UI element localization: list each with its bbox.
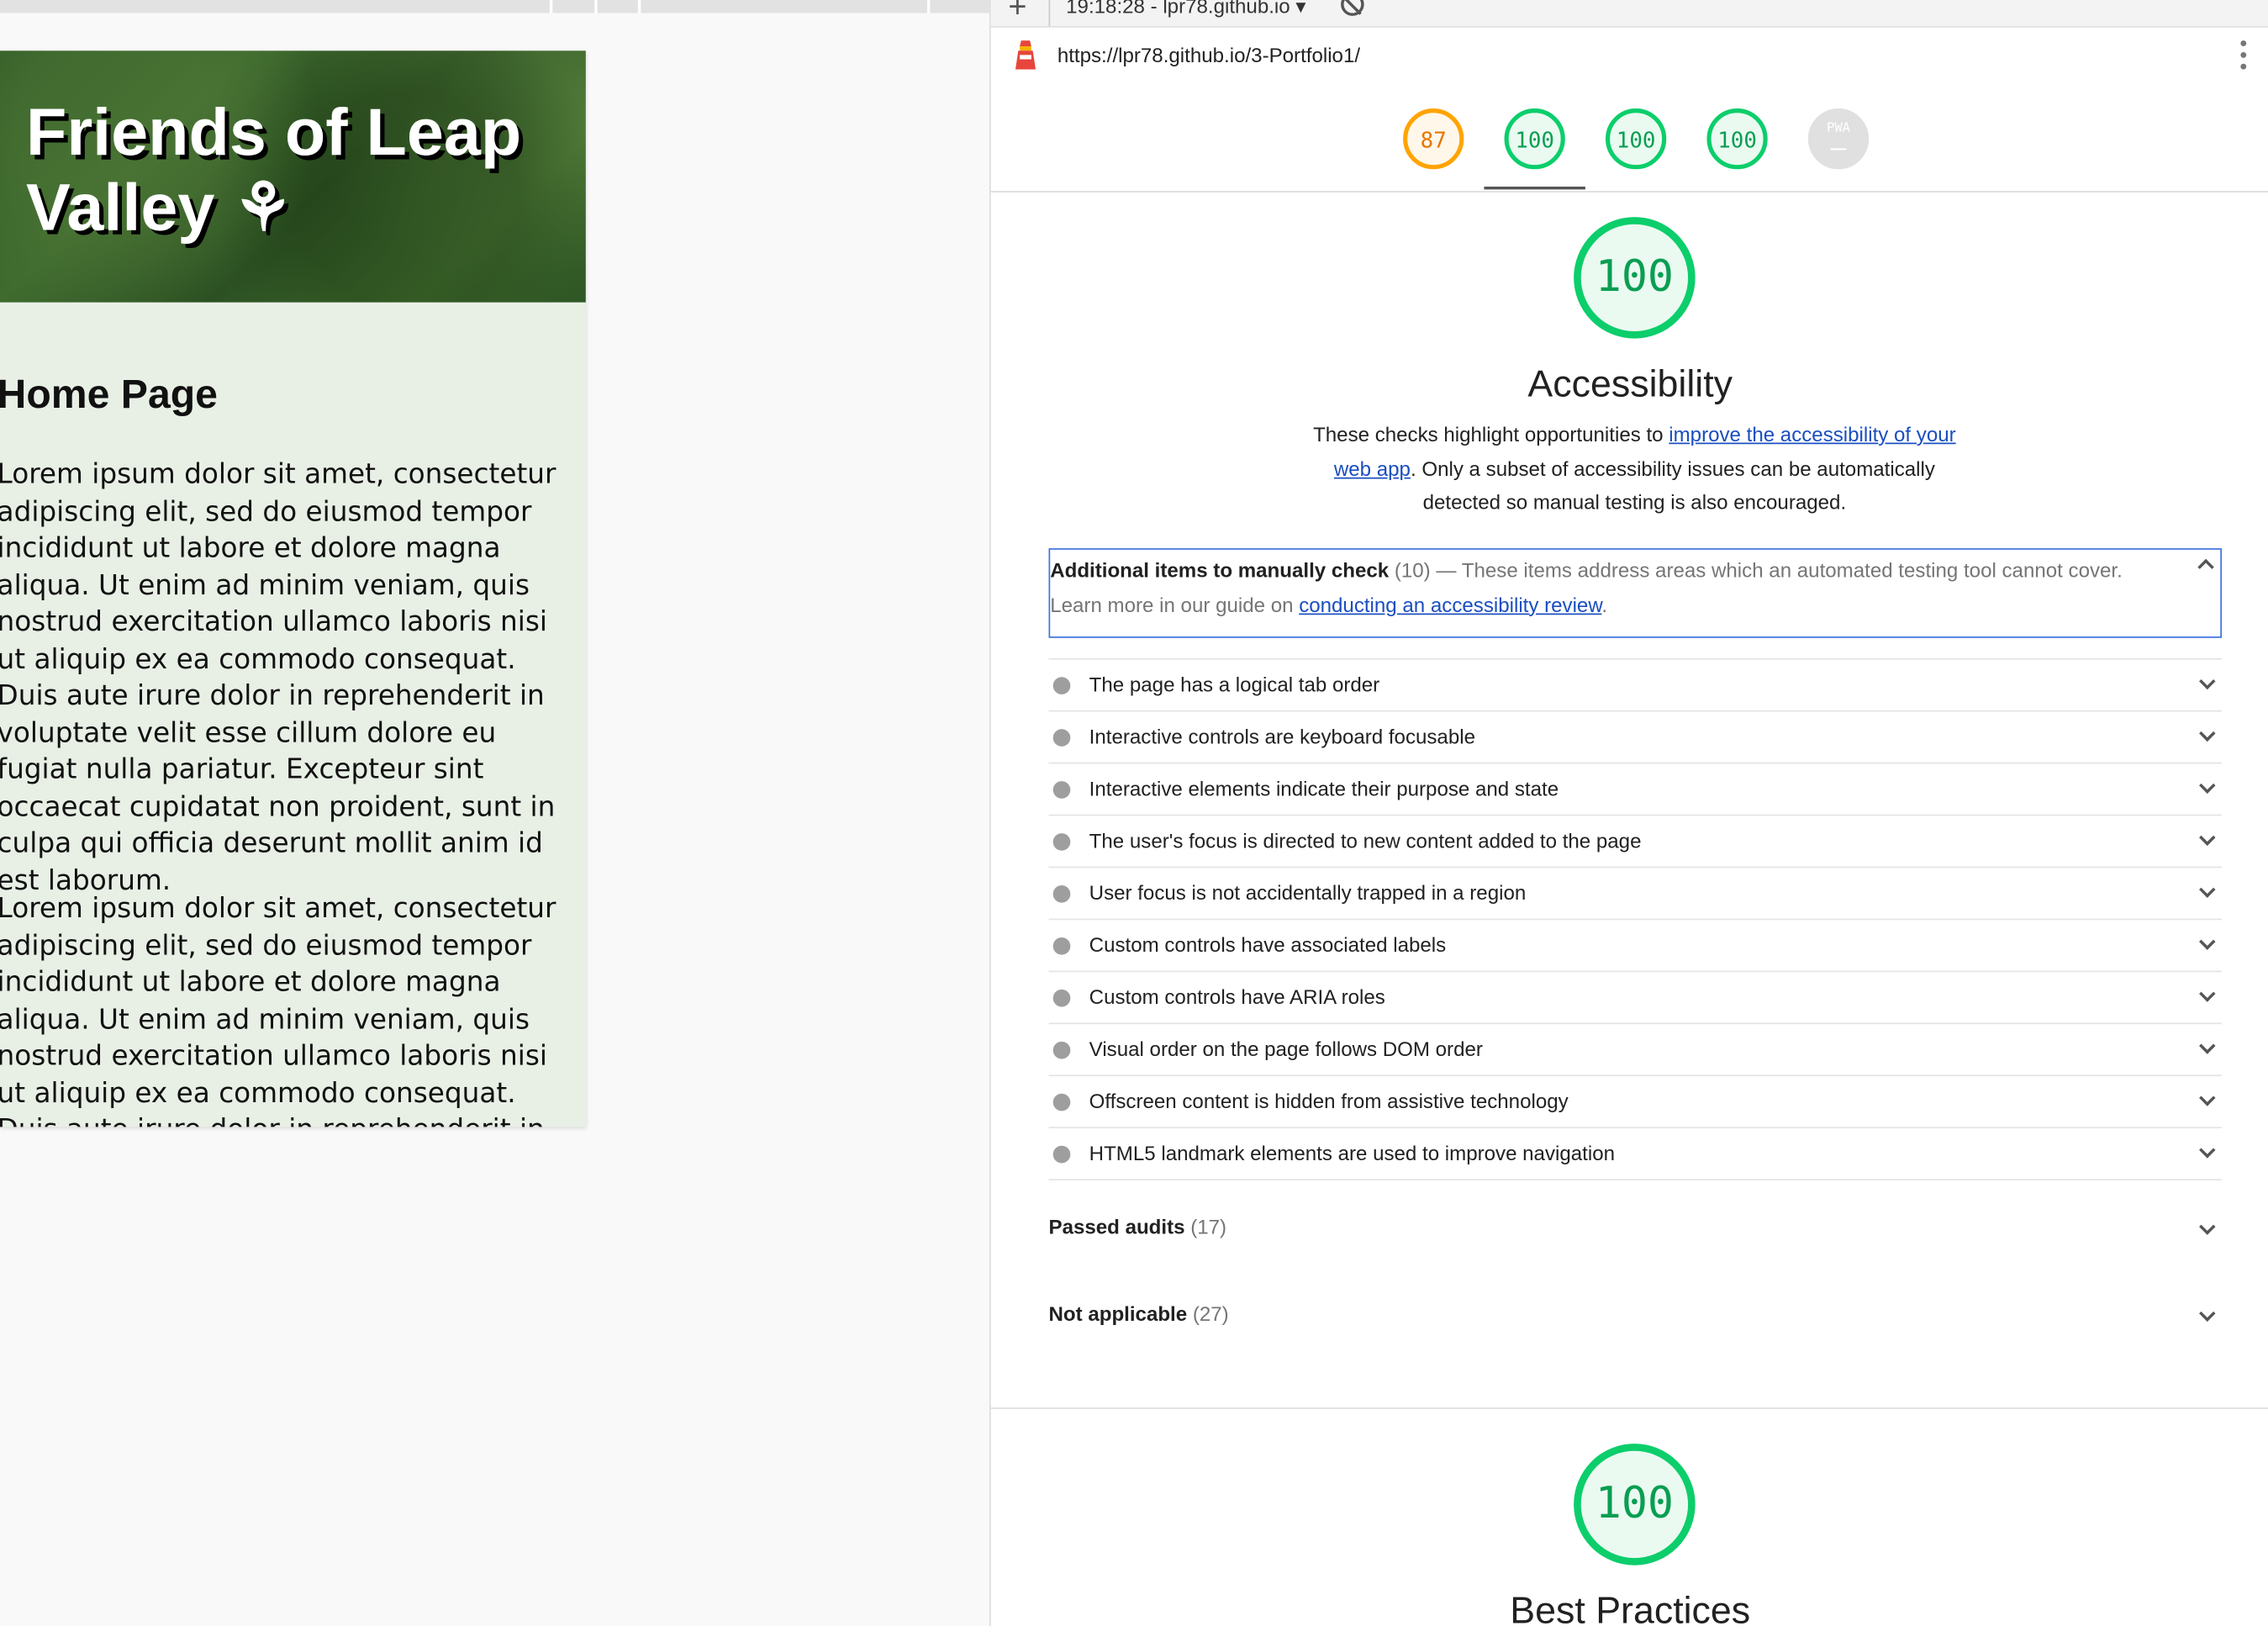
report-url: https://lpr78.github.io/3-Portfolio1/ <box>1057 43 1361 67</box>
manual-group-dash: — <box>1430 558 1462 582</box>
manual-group-count: (10) <box>1394 558 1431 582</box>
audit-title: Visual order on the page follows DOM ord… <box>1089 1037 1483 1061</box>
chevron-down-icon[interactable] <box>2199 881 2216 898</box>
audit-item[interactable]: User focus is not accidentally trapped i… <box>1048 868 2222 921</box>
lighthouse-icon <box>1015 40 1036 70</box>
passed-audits-label: Passed audits <box>1048 1215 1185 1238</box>
manual-status-dot <box>1052 1145 1071 1164</box>
chevron-down-icon[interactable] <box>2199 1090 2216 1106</box>
manual-status-dot <box>1052 781 1071 799</box>
audit-item[interactable]: Offscreen content is hidden from assisti… <box>1048 1076 2222 1129</box>
audit-title: User focus is not accidentally trapped i… <box>1089 880 1527 905</box>
page-preview-pane: Friends of Leap Valley ⚘ Home Page Lorem… <box>0 0 989 1626</box>
manual-check-group-header[interactable]: Additional items to manually check (10) … <box>1048 548 2222 638</box>
audit-item[interactable]: Interactive elements indicate their purp… <box>1048 763 2222 816</box>
audit-title: Custom controls have associated labels <box>1089 932 1447 957</box>
passed-audits-count: (17) <box>1190 1215 1227 1238</box>
page-heading: Home Page <box>0 372 218 417</box>
manual-status-dot <box>1052 1041 1071 1059</box>
audit-item[interactable]: The user's focus is directed to new cont… <box>1048 816 2222 868</box>
manual-status-dot <box>1052 937 1071 955</box>
not-applicable-label: Not applicable <box>1048 1301 1188 1326</box>
manual-status-dot <box>1052 833 1071 851</box>
chevron-down-icon[interactable] <box>2199 1218 2216 1235</box>
audit-item[interactable]: Custom controls have associated labels <box>1048 920 2222 973</box>
audit-item[interactable]: Interactive controls are keyboard focusa… <box>1048 712 2222 764</box>
audit-item[interactable]: The page has a logical tab order <box>1048 660 2222 712</box>
accessibility-score-gauge[interactable]: 100 <box>1504 108 1565 170</box>
pwa-na-dash: — <box>1830 133 1847 164</box>
audit-title: The user's focus is directed to new cont… <box>1089 828 1642 853</box>
report-selector[interactable]: 19:18:28 - lpr78.github.io ▾ <box>1066 0 1305 18</box>
audit-title: Offscreen content is hidden from assisti… <box>1089 1089 1569 1113</box>
best-practices-score-gauge[interactable]: 100 <box>1605 108 1667 170</box>
seo-score-gauge[interactable]: 100 <box>1706 108 1768 170</box>
chevron-down-icon[interactable] <box>2199 1037 2216 1054</box>
audit-title: Custom controls have ARIA roles <box>1089 985 1385 1009</box>
desc-text: These checks highlight opportunities to <box>1313 422 1669 446</box>
report-url-bar: https://lpr78.github.io/3-Portfolio1/ <box>990 29 2268 83</box>
audit-title: Interactive elements indicate their purp… <box>1089 776 1559 800</box>
screen: Friends of Leap Valley ⚘ Home Page Lorem… <box>0 0 2268 1626</box>
preview-toolbar-strip <box>0 0 989 13</box>
body-paragraph: Lorem ipsum dolor sit amet, consectetur … <box>0 892 556 1127</box>
category-title: Accessibility <box>1527 362 1733 405</box>
chevron-down-icon[interactable] <box>2199 985 2216 1002</box>
section-divider <box>990 1407 2268 1409</box>
manual-audit-list: The page has a logical tab order Interac… <box>1048 657 2222 1181</box>
chevron-down-icon[interactable] <box>2199 725 2216 742</box>
toolbar-divider <box>1048 0 1051 26</box>
audit-item[interactable]: Visual order on the page follows DOM ord… <box>1048 1024 2222 1077</box>
audit-title: The page has a logical tab order <box>1089 673 1380 696</box>
chevron-up-icon[interactable] <box>2197 558 2214 576</box>
manual-status-dot <box>1052 729 1071 747</box>
manual-group-title: Additional items to manually check <box>1050 558 1390 582</box>
pwa-score-gauge[interactable]: PWA — <box>1807 108 1870 170</box>
category-description: These checks highlight opportunities to … <box>1295 418 1975 520</box>
site-header-banner: Friends of Leap Valley ⚘ <box>0 50 586 303</box>
passed-audits-group[interactable]: Passed audits (17) <box>1049 1215 2222 1249</box>
more-options-icon[interactable] <box>2240 40 2247 70</box>
audit-title: HTML5 landmark elements are used to impr… <box>1089 1141 1616 1165</box>
audit-item[interactable]: HTML5 landmark elements are used to impr… <box>1048 1128 2222 1181</box>
desc-text: . Only a subset of accessibility issues … <box>1410 456 1935 514</box>
accessibility-score-large: 100 <box>1574 217 1696 339</box>
strip-divider <box>549 0 553 13</box>
manual-status-dot <box>1052 677 1071 694</box>
best-practices-score-large: 100 <box>1574 1444 1696 1565</box>
not-applicable-count: (27) <box>1192 1301 1229 1326</box>
not-applicable-group[interactable]: Not applicable (27) <box>1049 1302 2222 1337</box>
performance-score-gauge[interactable]: 87 <box>1403 108 1464 170</box>
accessibility-review-link[interactable]: conducting an accessibility review <box>1299 593 1601 616</box>
new-report-button[interactable]: + <box>1008 0 1026 26</box>
chevron-down-icon[interactable] <box>2199 1305 2216 1322</box>
strip-divider <box>594 0 598 13</box>
site-title: Friends of Leap Valley ⚘ <box>25 93 522 245</box>
clear-icon[interactable] <box>1341 0 1364 16</box>
category-title: Best Practices <box>1510 1588 1751 1626</box>
strip-divider <box>637 0 641 13</box>
audit-title: Interactive controls are keyboard focusa… <box>1089 725 1476 748</box>
audit-item[interactable]: Custom controls have ARIA roles <box>1048 972 2222 1025</box>
website-preview[interactable]: Friends of Leap Valley ⚘ Home Page Lorem… <box>0 50 586 1127</box>
score-summary-bar: 87 100 100 100 PWA — <box>990 82 2268 193</box>
body-paragraph: Lorem ipsum dolor sit amet, consectetur … <box>0 458 556 896</box>
manual-status-dot <box>1052 1093 1071 1111</box>
chevron-down-icon[interactable] <box>2199 829 2216 846</box>
active-tab-indicator <box>1484 186 1585 190</box>
chevron-down-icon[interactable] <box>2199 673 2216 690</box>
chevron-down-icon[interactable] <box>2199 933 2216 950</box>
chevron-down-icon[interactable] <box>2199 777 2216 795</box>
strip-divider <box>926 0 931 13</box>
chevron-down-icon[interactable] <box>2199 1142 2216 1159</box>
manual-status-dot <box>1052 885 1071 903</box>
report-toolbar: + 19:18:28 - lpr78.github.io ▾ <box>990 0 2268 28</box>
manual-status-dot <box>1052 989 1071 1007</box>
lighthouse-panel: + 19:18:28 - lpr78.github.io ▾ https://l… <box>989 0 2268 1626</box>
manual-group-period: . <box>1601 592 1608 616</box>
